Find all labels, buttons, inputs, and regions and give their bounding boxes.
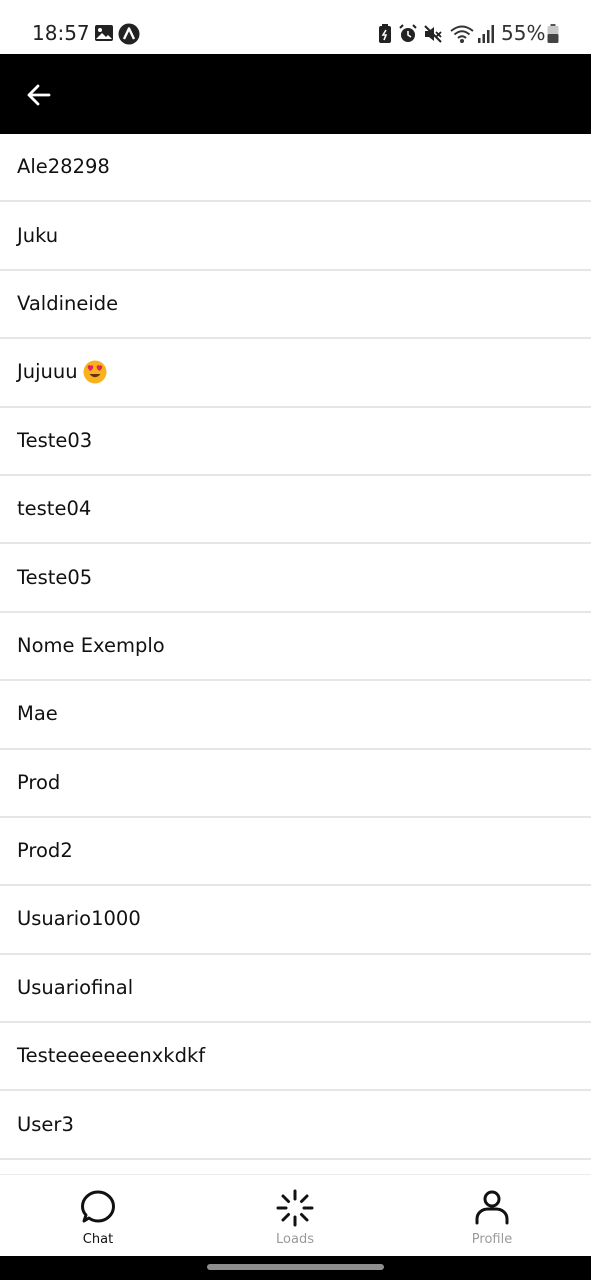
nav-label-chat: Chat — [82, 1232, 114, 1247]
list-item[interactable]: Usuario1000 — [0, 886, 591, 955]
loading-spinner-icon — [276, 1189, 314, 1227]
item-label: Prod — [17, 770, 61, 794]
list-item[interactable]: Usuariofinal — [0, 955, 591, 1024]
list-item[interactable]: teste04 — [0, 476, 591, 545]
item-label: Usuario1000 — [17, 907, 141, 931]
nav-label-loads: Loads — [276, 1232, 314, 1247]
heart-eyes-emoji-icon — [83, 360, 107, 384]
item-label: Teste03 — [17, 428, 93, 452]
arrow-left-icon[interactable] — [20, 76, 58, 114]
item-label: User3 — [17, 1112, 74, 1136]
list-item[interactable]: Prod2 — [0, 818, 591, 887]
list-item[interactable]: Jujuuu — [0, 339, 591, 408]
system-navigation-bar — [0, 1256, 591, 1280]
item-label: Mae — [17, 702, 58, 726]
item-label: Jujuuu — [17, 360, 78, 384]
user-icon — [475, 1190, 509, 1225]
list-item[interactable]: Valdineide — [0, 271, 591, 340]
nav-tab-chat[interactable]: Chat — [28, 1175, 168, 1257]
bottom-navigation: Chat Loads Profile — [0, 1174, 591, 1256]
app-header — [0, 54, 591, 134]
alarm-icon — [399, 24, 417, 42]
battery-saver-icon — [379, 24, 391, 43]
wifi-icon — [450, 25, 474, 43]
gallery-icon — [95, 25, 113, 41]
battery-icon — [547, 24, 559, 43]
item-label: teste04 — [17, 497, 92, 521]
item-label: Nome Exemplo — [17, 633, 165, 657]
mute-icon — [424, 25, 442, 43]
list-item[interactable]: Mae — [0, 681, 591, 750]
battery-percentage: 55% — [501, 21, 546, 45]
list-item[interactable]: Ale28298 — [0, 134, 591, 203]
list-item[interactable]: Juku — [0, 202, 591, 271]
nav-tab-profile[interactable]: Profile — [422, 1175, 562, 1257]
list-item[interactable]: Prod — [0, 750, 591, 818]
list-item[interactable]: Testeeeeeeenxkdkf — [0, 1023, 591, 1092]
item-label: Prod2 — [17, 839, 73, 863]
item-label: Ale28298 — [17, 155, 110, 179]
signal-icon — [478, 25, 494, 43]
list-item[interactable] — [0, 1160, 591, 1174]
list-item[interactable]: Teste03 — [0, 408, 591, 476]
status-bar: 18:57 55% — [0, 0, 591, 54]
list-item[interactable]: Nome Exemplo — [0, 613, 591, 682]
item-label: Teste05 — [17, 565, 93, 589]
item-label: Valdineide — [17, 291, 119, 315]
home-gesture-handle[interactable] — [207, 1264, 384, 1270]
item-label: Usuariofinal — [17, 975, 134, 999]
chat-list: Ale28298 Juku Valdineide Jujuuu Teste03 … — [0, 134, 591, 1174]
status-time: 18:57 — [32, 21, 90, 45]
item-label: Testeeeeeeenxkdkf — [17, 1044, 206, 1068]
nav-tab-loads[interactable]: Loads — [225, 1175, 365, 1257]
list-item[interactable]: User3 — [0, 1091, 591, 1160]
list-item[interactable]: Teste05 — [0, 544, 591, 613]
app-notification-icon — [118, 23, 140, 45]
nav-label-profile: Profile — [471, 1232, 513, 1247]
chat-bubble-icon — [81, 1190, 115, 1223]
item-label: Juku — [17, 223, 59, 247]
